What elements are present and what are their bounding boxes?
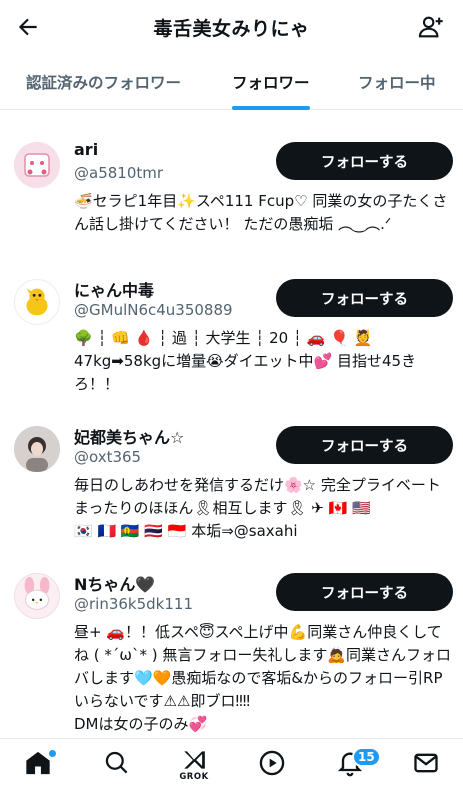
user-handle: @rin36k5dk111	[74, 595, 193, 613]
user-handle: @a5810tmr	[74, 164, 164, 182]
search-icon	[105, 751, 127, 774]
nav-grok[interactable]: GROK	[174, 749, 214, 793]
tab-label: フォロワー	[232, 74, 310, 92]
tab-label: 認証済みのフォロワー	[26, 74, 182, 92]
user-name[interactable]: にゃん中毒	[74, 277, 154, 301]
nav-search[interactable]	[96, 749, 136, 793]
follower-tabs: 認証済みのフォロワー フォロワー フォロー中	[0, 54, 463, 110]
tab-verified-followers[interactable]: 認証済みのフォロワー	[26, 54, 181, 110]
notifications-badge: 15	[352, 747, 381, 767]
grok-label: GROK	[179, 772, 209, 782]
top-header: 毒舌美女みりにゃ	[0, 0, 463, 54]
page-title: 毒舌美女みりにゃ	[153, 17, 310, 40]
list-item[interactable]: 妃都美ちゃん☆ @oxt365 フォローする 毎日のしあわせを発信するだけ🌸☆ …	[0, 394, 463, 544]
mail-icon	[414, 753, 438, 773]
avatar[interactable]	[14, 573, 60, 619]
follow-button[interactable]: フォローする	[276, 426, 453, 464]
tab-followers[interactable]: フォロワー	[232, 54, 310, 110]
list-item[interactable]: ari @a5810tmr フォローする 🍜セラピ1年目✨スペ111 Fcup♡…	[0, 110, 463, 250]
follow-button[interactable]: フォローする	[276, 279, 453, 317]
nav-notifications[interactable]: 15	[330, 747, 381, 793]
user-bio: 🌳 ┆ 👊 🩸 ┆ 過 ┆ 大学生 ┆ 20 ┆ 🚗 🎈 💆 47kg➡58kg…	[74, 329, 417, 393]
user-bio: 🍜セラピ1年目✨スペ111 Fcup♡ 同業の女の子たくさん話し掛けてください！…	[74, 192, 448, 233]
nav-home[interactable]	[18, 749, 58, 793]
follow-button[interactable]: フォローする	[276, 573, 453, 611]
nav-messages[interactable]	[406, 749, 446, 793]
list-item[interactable]: にゃん中毒 @GMulN6c4u350889 フォローする 🌳 ┆ 👊 🩸 ┆ …	[0, 247, 463, 397]
back-arrow-icon[interactable]	[12, 11, 44, 43]
avatar[interactable]	[14, 279, 60, 325]
new-content-dot	[48, 749, 57, 758]
follow-button[interactable]: フォローする	[276, 142, 453, 180]
user-bio: 昼+ 🚗！！低スペ😇スペ上げ中💪同業さん仲良くしてね ( *´ω`* ) 無言フ…	[74, 623, 452, 733]
user-handle: @oxt365	[74, 448, 142, 466]
list-item[interactable]: Nちゃん🖤 @rin36k5dk111 フォローする 昼+ 🚗！！低スペ😇スペ上…	[0, 541, 463, 738]
user-bio: 毎日のしあわせを発信するだけ🌸☆ 完全プライベートまったりのほほん🎗相互します🎗…	[74, 476, 441, 540]
user-name[interactable]: ari	[74, 140, 98, 159]
tab-following[interactable]: フォロー中	[358, 54, 436, 110]
bottom-navigation: GROK 15	[0, 738, 463, 800]
avatar[interactable]	[14, 142, 60, 188]
followers-list: ari @a5810tmr フォローする 🍜セラピ1年目✨スペ111 Fcup♡…	[0, 110, 463, 738]
grok-icon	[184, 751, 205, 769]
add-user-icon[interactable]	[415, 11, 447, 43]
avatar[interactable]	[14, 426, 60, 472]
user-name[interactable]: Nちゃん🖤	[74, 571, 155, 595]
tab-label: フォロー中	[358, 74, 436, 92]
user-handle: @GMulN6c4u350889	[74, 301, 233, 319]
play-icon	[259, 750, 285, 776]
user-name[interactable]: 妃都美ちゃん☆	[74, 424, 184, 448]
nav-video[interactable]	[252, 749, 292, 793]
